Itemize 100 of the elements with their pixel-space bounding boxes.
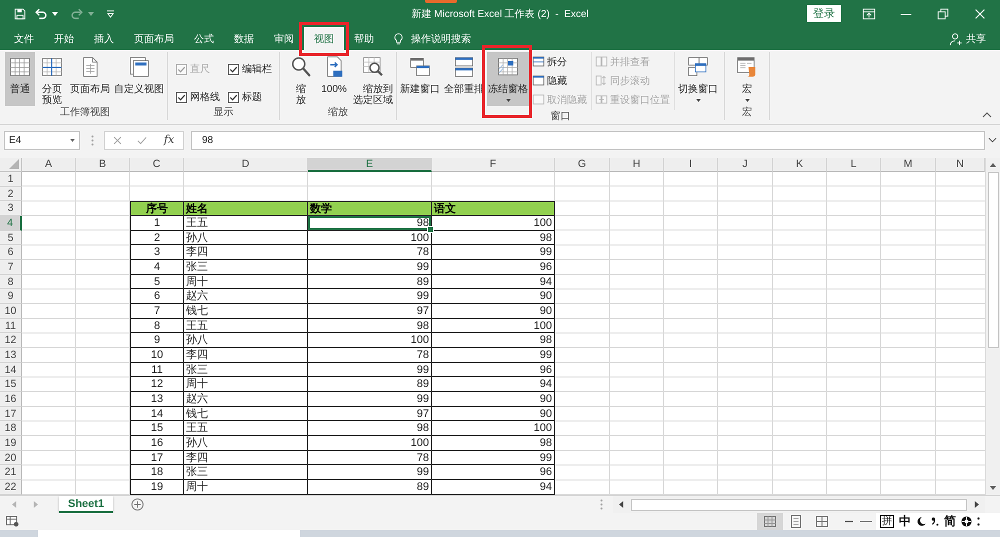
ribbon-button[interactable]: 全部重排 [443, 52, 485, 106]
ribbon-button[interactable]: 页面布局 [69, 52, 111, 106]
scroll-thumb[interactable] [988, 172, 998, 348]
caret-icon[interactable] [70, 138, 75, 142]
row-header[interactable]: 9 [0, 289, 22, 304]
row-header[interactable]: 5 [0, 230, 22, 246]
row-header[interactable]: 21 [0, 465, 22, 480]
ribbon-button[interactable]: 分页预览 [37, 52, 67, 106]
row-header[interactable]: 10 [0, 304, 22, 319]
row-header[interactable]: 3 [0, 201, 22, 216]
column-header[interactable]: C [130, 158, 184, 172]
row-header[interactable]: 2 [0, 186, 22, 202]
formula-field[interactable]: 98 [191, 130, 985, 150]
row-header[interactable]: 14 [0, 362, 22, 378]
column-header[interactable]: E [308, 158, 432, 172]
scroll-up-icon[interactable] [989, 162, 997, 168]
wheel-icon[interactable] [961, 516, 972, 527]
scroll-left-icon[interactable] [619, 501, 624, 508]
window-title: 新建 Microsoft Excel 工作表 (2) - Excel [411, 8, 589, 20]
grip-dots-icon[interactable] [977, 516, 980, 527]
ribbon-small-button[interactable]: 隐藏 [531, 71, 588, 90]
column-header[interactable]: I [664, 158, 718, 172]
row-header[interactable]: 4 [0, 216, 22, 231]
undo-icon[interactable] [34, 6, 48, 20]
row-header[interactable]: 20 [0, 450, 22, 466]
add-sheet-icon[interactable] [131, 498, 144, 511]
ribbon-small-button[interactable]: 拆分 [531, 52, 588, 71]
row-header[interactable]: 8 [0, 274, 22, 290]
column-header[interactable]: N [936, 158, 985, 172]
checkbox-label: 网格线 [190, 90, 220, 104]
row-header[interactable]: 7 [0, 260, 22, 275]
ribbon-button[interactable]: 缩放 [286, 52, 316, 106]
sheet-tab[interactable]: Sheet1 [59, 496, 114, 513]
column-header[interactable]: D [184, 158, 308, 172]
scroll-thumb[interactable] [631, 498, 967, 510]
row-header[interactable]: 17 [0, 406, 22, 422]
ribbon-button[interactable]: 新建窗口 [399, 52, 441, 106]
ribbon-button[interactable]: 冻结窗格 [487, 52, 529, 106]
column-header[interactable]: A [22, 158, 76, 172]
scroll-right-icon[interactable] [974, 501, 979, 508]
comma-dot-icon[interactable] [931, 516, 939, 527]
ime-mode-label[interactable]: 拼 [880, 515, 894, 528]
ribbon-button[interactable]: 普通 [5, 52, 35, 106]
row-header[interactable]: 22 [0, 480, 22, 495]
column-header[interactable]: M [881, 158, 936, 172]
column-header[interactable]: J [718, 158, 773, 172]
share-button[interactable]: 共享 [945, 27, 1000, 50]
tell-me-search[interactable]: 操作说明搜索 [388, 27, 475, 50]
ribbon-tab[interactable]: 数据 [224, 27, 264, 50]
chevron-down-icon[interactable] [988, 137, 997, 143]
bar-caret-icon[interactable] [106, 10, 115, 18]
column-header[interactable]: H [610, 158, 664, 172]
name-box[interactable]: E4 [4, 130, 80, 150]
ribbon-tab[interactable]: 审阅 [264, 27, 304, 50]
row-header[interactable]: 19 [0, 436, 22, 451]
column-header[interactable]: B [76, 158, 130, 172]
insert-function-button[interactable]: fx [162, 133, 176, 147]
save-icon[interactable] [13, 6, 27, 20]
ribbon-button[interactable]: 自定义视图 [113, 52, 165, 106]
sign-in-button[interactable]: 登录 [807, 5, 841, 22]
column-header[interactable]: F [432, 158, 555, 172]
ime-script-label[interactable]: 简 [944, 513, 956, 530]
scroll-down-icon[interactable] [989, 485, 997, 491]
row-header[interactable]: 13 [0, 348, 22, 363]
row-header[interactable]: 18 [0, 421, 22, 436]
ribbon-tab[interactable]: 视图 [304, 27, 344, 50]
ribbon-tab[interactable]: 公式 [184, 27, 224, 50]
ribbon-button[interactable]: 100% [319, 52, 349, 106]
row-header[interactable]: 16 [0, 392, 22, 407]
cross-icon[interactable] [112, 134, 123, 146]
checkbox[interactable] [228, 64, 239, 74]
ribbon-button[interactable]: 宏 [732, 52, 762, 106]
restore-icon[interactable] [936, 6, 950, 20]
fill-handle[interactable] [427, 226, 434, 233]
checkbox[interactable] [176, 92, 187, 102]
ime-language-label[interactable]: 中 [899, 513, 911, 530]
row-header[interactable]: 12 [0, 333, 22, 348]
grid-view-icon[interactable] [757, 513, 783, 530]
column-header[interactable]: G [555, 158, 610, 172]
row-header[interactable]: 6 [0, 245, 22, 260]
minus-icon[interactable] [845, 520, 853, 523]
checkbox[interactable] [228, 92, 239, 102]
row-header[interactable]: 15 [0, 377, 22, 392]
ribbon-tab[interactable]: 帮助 [344, 27, 384, 50]
close-icon[interactable] [973, 6, 987, 20]
column-header[interactable]: K [773, 158, 827, 172]
ribbon-tab[interactable]: 页面布局 [124, 27, 184, 50]
ribbon-button[interactable]: 缩放到选定区域 [352, 52, 394, 106]
ribbon-tab[interactable]: 文件 [4, 27, 44, 50]
chevron-up-icon[interactable] [982, 112, 992, 118]
ribbon-button[interactable]: 切换窗口 [677, 52, 719, 106]
caret-icon[interactable] [52, 12, 58, 16]
crescent-moon-icon[interactable] [916, 516, 926, 527]
ribbon-tab[interactable]: 插入 [84, 27, 124, 50]
row-header[interactable]: 11 [0, 318, 22, 334]
check-icon[interactable] [136, 134, 148, 146]
row-header[interactable]: 1 [0, 172, 22, 187]
column-header[interactable]: L [827, 158, 881, 172]
vertical-scrollbar[interactable] [985, 158, 1000, 495]
ribbon-tab[interactable]: 开始 [44, 27, 84, 50]
